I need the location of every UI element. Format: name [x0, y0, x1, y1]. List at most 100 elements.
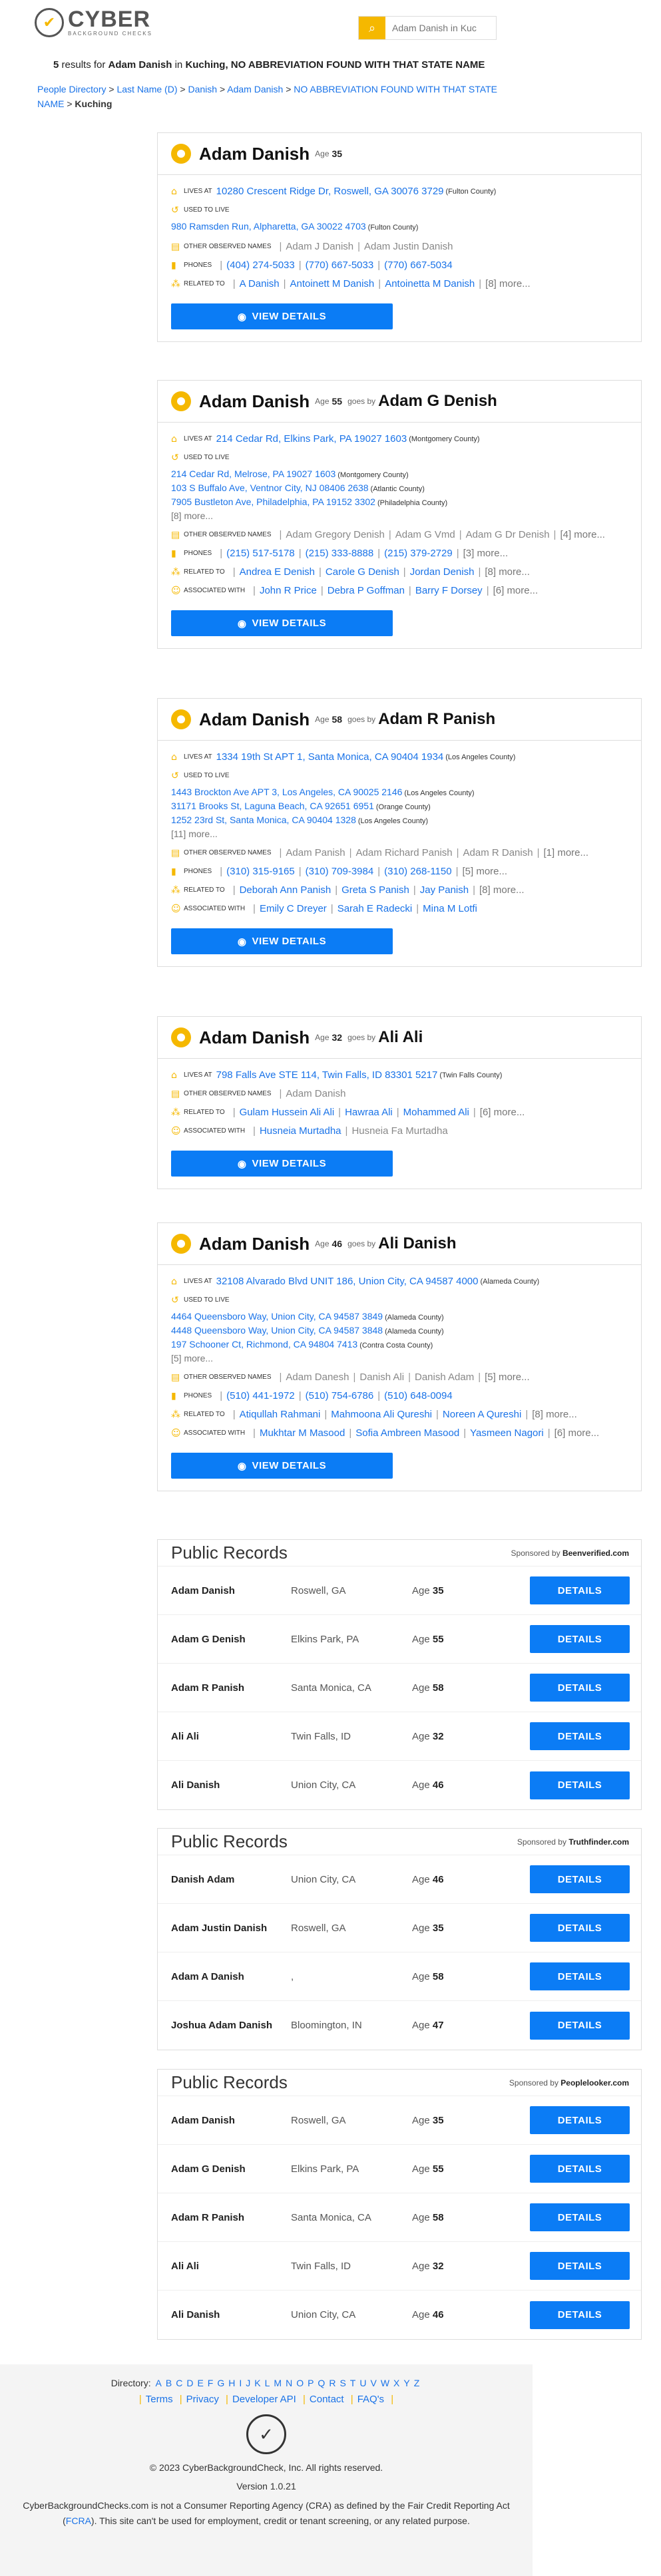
- letter-link[interactable]: R: [329, 2378, 335, 2388]
- view-details-button[interactable]: ◉ VIEW DETAILS: [171, 610, 393, 636]
- details-button[interactable]: DETAILS: [530, 1576, 630, 1604]
- associate-link[interactable]: Husneia Murtadha: [260, 1125, 341, 1137]
- details-button[interactable]: DETAILS: [530, 2155, 630, 2183]
- associate-link[interactable]: Yasmeen Nagori: [470, 1427, 544, 1439]
- phone-link[interactable]: (215) 379-2729: [384, 548, 453, 560]
- relative-link[interactable]: Gulam Hussein Ali Ali: [240, 1107, 335, 1119]
- relative-link[interactable]: Jay Panish: [420, 884, 469, 896]
- details-button[interactable]: DETAILS: [530, 2011, 630, 2040]
- current-address[interactable]: 214 Cedar Rd, Elkins Park, PA 19027 1603: [216, 433, 407, 445]
- contact-link[interactable]: Contact: [310, 2394, 344, 2405]
- more-link[interactable]: [4] more...: [560, 529, 605, 541]
- letter-link[interactable]: X: [393, 2378, 399, 2388]
- letter-link[interactable]: E: [197, 2378, 203, 2388]
- fcra-link[interactable]: FCRA: [66, 2515, 91, 2526]
- phone-link[interactable]: (510) 648-0094: [384, 1390, 453, 1402]
- past-address[interactable]: 980 Ramsden Run, Alpharetta, GA 30022 47…: [171, 221, 366, 232]
- search-input[interactable]: [385, 17, 496, 39]
- associate-link[interactable]: Emily C Dreyer: [260, 903, 327, 915]
- letter-link[interactable]: T: [350, 2378, 356, 2388]
- letter-link[interactable]: D: [186, 2378, 193, 2388]
- phone-link[interactable]: (215) 517-5178: [226, 548, 295, 560]
- associate-link[interactable]: Mina M Lotfi: [423, 903, 477, 915]
- breadcrumb-people-directory[interactable]: People Directory: [37, 84, 107, 94]
- phone-link[interactable]: (510) 441-1972: [226, 1390, 295, 1402]
- breadcrumb-last-names[interactable]: Last Name (D): [116, 84, 177, 94]
- letter-link[interactable]: Y: [403, 2378, 409, 2388]
- relative-link[interactable]: Mohammed Ali: [403, 1107, 469, 1119]
- more-link[interactable]: [8] more...: [485, 278, 531, 290]
- details-button[interactable]: DETAILS: [530, 2300, 630, 2329]
- letter-link[interactable]: K: [254, 2378, 260, 2388]
- past-address[interactable]: 4464 Queensboro Way, Union City, CA 9458…: [171, 1311, 383, 1322]
- current-address[interactable]: 798 Falls Ave STE 114, Twin Falls, ID 83…: [216, 1069, 438, 1081]
- letter-link[interactable]: H: [228, 2378, 235, 2388]
- letter-link[interactable]: V: [370, 2378, 376, 2388]
- past-address[interactable]: 4448 Queensboro Way, Union City, CA 9458…: [171, 1325, 383, 1336]
- more-link[interactable]: [6] more...: [554, 1427, 600, 1439]
- relative-link[interactable]: Noreen A Qureshi: [443, 1409, 521, 1421]
- details-button[interactable]: DETAILS: [530, 1865, 630, 1893]
- relative-link[interactable]: A Danish: [240, 278, 280, 290]
- more-link[interactable]: [6] more...: [493, 585, 539, 597]
- phone-link[interactable]: (310) 315-9165: [226, 866, 295, 878]
- letter-link[interactable]: J: [246, 2378, 250, 2388]
- breadcrumb-adam-danish[interactable]: Adam Danish: [227, 84, 283, 94]
- more-link[interactable]: [11] more...: [171, 828, 628, 840]
- phone-link[interactable]: (310) 268-1150: [384, 866, 451, 878]
- details-button[interactable]: DETAILS: [530, 1771, 630, 1799]
- past-address[interactable]: 31171 Brooks St, Laguna Beach, CA 92651 …: [171, 801, 374, 811]
- more-link[interactable]: [8] more...: [485, 566, 530, 578]
- associate-link[interactable]: John R Price: [260, 585, 317, 597]
- more-link[interactable]: [5] more...: [171, 1352, 628, 1365]
- associate-link[interactable]: Sofia Ambreen Masood: [355, 1427, 459, 1439]
- person-name[interactable]: Adam Danish: [199, 391, 310, 412]
- letter-link[interactable]: G: [217, 2378, 224, 2388]
- faq-link[interactable]: FAQ's: [357, 2394, 384, 2405]
- relative-link[interactable]: Deborah Ann Panish: [240, 884, 331, 896]
- more-link[interactable]: [8] more...: [479, 884, 525, 896]
- person-name[interactable]: Adam Danish: [199, 709, 310, 730]
- details-button[interactable]: DETAILS: [530, 1914, 630, 1942]
- relative-link[interactable]: Atiqullah Rahmani: [240, 1409, 321, 1421]
- letter-link[interactable]: U: [359, 2378, 366, 2388]
- relative-link[interactable]: Greta S Panish: [341, 884, 409, 896]
- details-button[interactable]: DETAILS: [530, 1625, 630, 1653]
- more-link[interactable]: [5] more...: [462, 866, 507, 878]
- breadcrumb-danish[interactable]: Danish: [188, 84, 217, 94]
- more-link[interactable]: [3] more...: [463, 548, 509, 560]
- person-name[interactable]: Adam Danish: [199, 144, 310, 164]
- letter-link[interactable]: W: [381, 2378, 389, 2388]
- view-details-button[interactable]: ◉ VIEW DETAILS: [171, 1453, 393, 1479]
- view-details-button[interactable]: ◉ VIEW DETAILS: [171, 303, 393, 329]
- letter-link[interactable]: N: [286, 2378, 292, 2388]
- letter-link[interactable]: A: [156, 2378, 162, 2388]
- logo[interactable]: ✔ CYBER BACKGROUND CHECKS: [35, 8, 152, 37]
- phone-link[interactable]: (215) 333-8888: [306, 548, 374, 560]
- associate-link[interactable]: Mukhtar M Masood: [260, 1427, 345, 1439]
- letter-link[interactable]: C: [176, 2378, 182, 2388]
- past-address[interactable]: 1252 23rd St, Santa Monica, CA 90404 132…: [171, 815, 356, 825]
- more-link[interactable]: [8] more...: [532, 1409, 577, 1421]
- current-address[interactable]: 1334 19th St APT 1, Santa Monica, CA 904…: [216, 751, 444, 763]
- letter-link[interactable]: L: [265, 2378, 270, 2388]
- phone-link[interactable]: (770) 667-5034: [384, 260, 453, 272]
- letter-link[interactable]: Q: [318, 2378, 325, 2388]
- past-address[interactable]: 103 S Buffalo Ave, Ventnor City, NJ 0840…: [171, 482, 369, 493]
- past-address[interactable]: 197 Schooner Ct, Richmond, CA 94804 7413: [171, 1339, 357, 1350]
- more-link[interactable]: [5] more...: [485, 1372, 530, 1383]
- current-address[interactable]: 32108 Alvarado Blvd UNIT 186, Union City…: [216, 1276, 479, 1288]
- more-link[interactable]: [1] more...: [543, 847, 588, 859]
- search-button[interactable]: ⌕: [359, 17, 385, 39]
- current-address[interactable]: 10280 Crescent Ridge Dr, Roswell, GA 300…: [216, 186, 444, 198]
- privacy-link[interactable]: Privacy: [186, 2394, 219, 2405]
- relative-link[interactable]: Mahmoona Ali Qureshi: [331, 1409, 432, 1421]
- letter-link[interactable]: Z: [414, 2378, 420, 2388]
- associate-link[interactable]: Barry F Dorsey: [415, 585, 483, 597]
- associate-link[interactable]: Sarah E Radecki: [337, 903, 413, 915]
- relative-link[interactable]: Andrea E Denish: [240, 566, 315, 578]
- terms-link[interactable]: Terms: [146, 2394, 173, 2405]
- phone-link[interactable]: (310) 709-3984: [306, 866, 374, 878]
- letter-link[interactable]: B: [166, 2378, 172, 2388]
- details-button[interactable]: DETAILS: [530, 1962, 630, 1990]
